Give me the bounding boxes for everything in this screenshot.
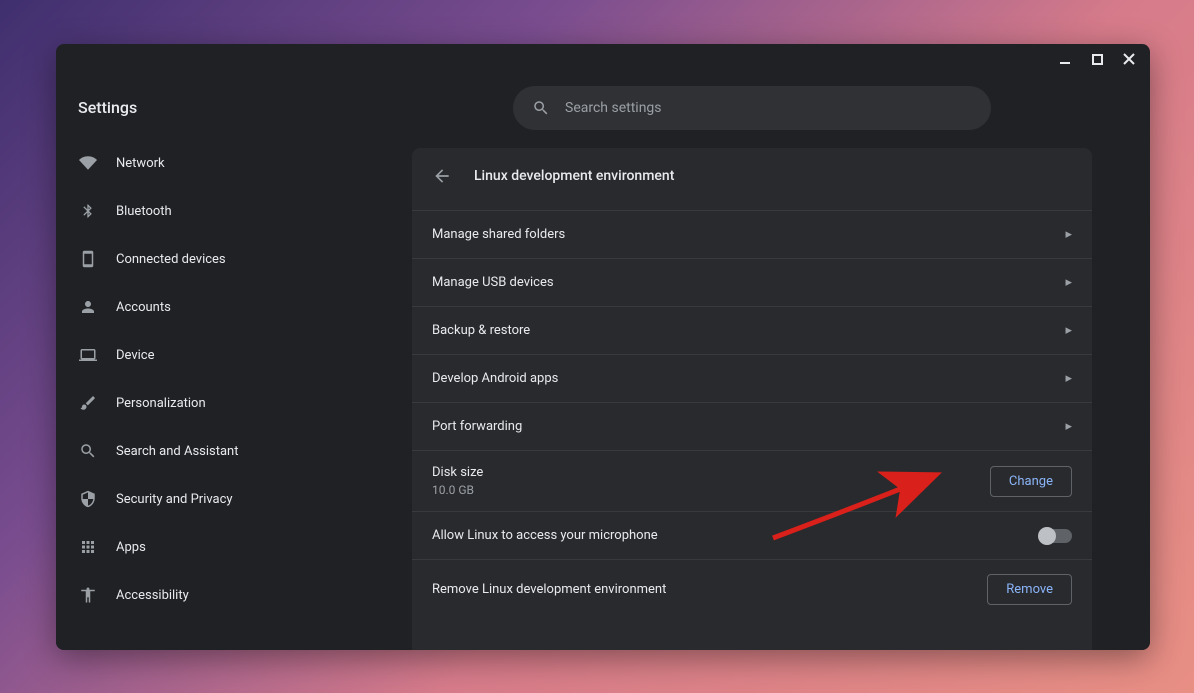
accessibility-icon — [78, 585, 98, 605]
row-port-forwarding[interactable]: Port forwarding ▸ — [412, 402, 1092, 450]
devices-icon — [78, 249, 98, 269]
sidebar-item-apps[interactable]: Apps — [56, 523, 354, 571]
main-content: Linux development environment Manage sha… — [354, 74, 1150, 650]
row-backup-restore[interactable]: Backup & restore ▸ — [412, 306, 1092, 354]
sidebar-item-label: Network — [116, 156, 165, 171]
search-icon — [531, 98, 551, 118]
chevron-right-icon: ▸ — [1065, 227, 1072, 242]
sidebar-item-security-privacy[interactable]: Security and Privacy — [56, 475, 354, 523]
sidebar: Settings Network Bluetooth Connected dev… — [56, 74, 354, 650]
disk-size-value: 10.0 GB — [432, 483, 483, 497]
change-button[interactable]: Change — [990, 466, 1072, 497]
person-icon — [78, 297, 98, 317]
remove-button[interactable]: Remove — [987, 574, 1072, 605]
sidebar-item-bluetooth[interactable]: Bluetooth — [56, 187, 354, 235]
sidebar-item-connected-devices[interactable]: Connected devices — [56, 235, 354, 283]
laptop-icon — [78, 345, 98, 365]
sidebar-item-label: Personalization — [116, 396, 206, 411]
bluetooth-icon — [78, 201, 98, 221]
row-label: Develop Android apps — [432, 371, 558, 386]
back-button[interactable] — [432, 166, 452, 186]
row-label: Backup & restore — [432, 323, 530, 338]
row-manage-usb-devices[interactable]: Manage USB devices ▸ — [412, 258, 1092, 306]
sidebar-item-label: Accounts — [116, 300, 171, 315]
app-title: Settings — [56, 86, 354, 139]
apps-icon — [78, 537, 98, 557]
panel-title: Linux development environment — [474, 168, 674, 184]
shield-icon — [78, 489, 98, 509]
settings-panel: Linux development environment Manage sha… — [412, 148, 1092, 650]
sidebar-item-device[interactable]: Device — [56, 331, 354, 379]
close-icon[interactable] — [1122, 52, 1136, 66]
sidebar-item-network[interactable]: Network — [56, 139, 354, 187]
row-remove-linux: Remove Linux development environment Rem… — [412, 559, 1092, 619]
row-label: Manage shared folders — [432, 227, 565, 242]
search-bar[interactable] — [513, 86, 991, 130]
sidebar-item-accounts[interactable]: Accounts — [56, 283, 354, 331]
sidebar-item-search-assistant[interactable]: Search and Assistant — [56, 427, 354, 475]
chevron-right-icon: ▸ — [1065, 275, 1072, 290]
brush-icon — [78, 393, 98, 413]
row-label: Port forwarding — [432, 419, 522, 434]
sidebar-item-label: Apps — [116, 540, 146, 555]
sidebar-item-label: Bluetooth — [116, 204, 172, 219]
chevron-right-icon: ▸ — [1065, 323, 1072, 338]
chevron-right-icon: ▸ — [1065, 371, 1072, 386]
row-disk-size: Disk size 10.0 GB Change — [412, 450, 1092, 511]
settings-window: Settings Network Bluetooth Connected dev… — [56, 44, 1150, 650]
search-icon — [78, 441, 98, 461]
row-label: Manage USB devices — [432, 275, 554, 290]
row-label: Remove Linux development environment — [432, 582, 666, 597]
sidebar-item-label: Accessibility — [116, 588, 189, 603]
sidebar-item-accessibility[interactable]: Accessibility — [56, 571, 354, 619]
sidebar-item-label: Security and Privacy — [116, 492, 233, 507]
row-microphone-access: Allow Linux to access your microphone — [412, 511, 1092, 559]
chevron-right-icon: ▸ — [1065, 419, 1072, 434]
sidebar-item-personalization[interactable]: Personalization — [56, 379, 354, 427]
wifi-icon — [78, 153, 98, 173]
row-develop-android-apps[interactable]: Develop Android apps ▸ — [412, 354, 1092, 402]
row-label: Allow Linux to access your microphone — [432, 528, 658, 543]
search-input[interactable] — [565, 100, 973, 116]
window-titlebar — [56, 44, 1150, 74]
microphone-toggle[interactable] — [1040, 529, 1072, 543]
sidebar-item-label: Search and Assistant — [116, 444, 239, 459]
disk-size-label: Disk size — [432, 465, 483, 480]
sidebar-item-label: Device — [116, 348, 155, 363]
minimize-icon[interactable] — [1058, 52, 1072, 66]
sidebar-item-label: Connected devices — [116, 252, 226, 267]
row-manage-shared-folders[interactable]: Manage shared folders ▸ — [412, 210, 1092, 258]
maximize-icon[interactable] — [1090, 52, 1104, 66]
